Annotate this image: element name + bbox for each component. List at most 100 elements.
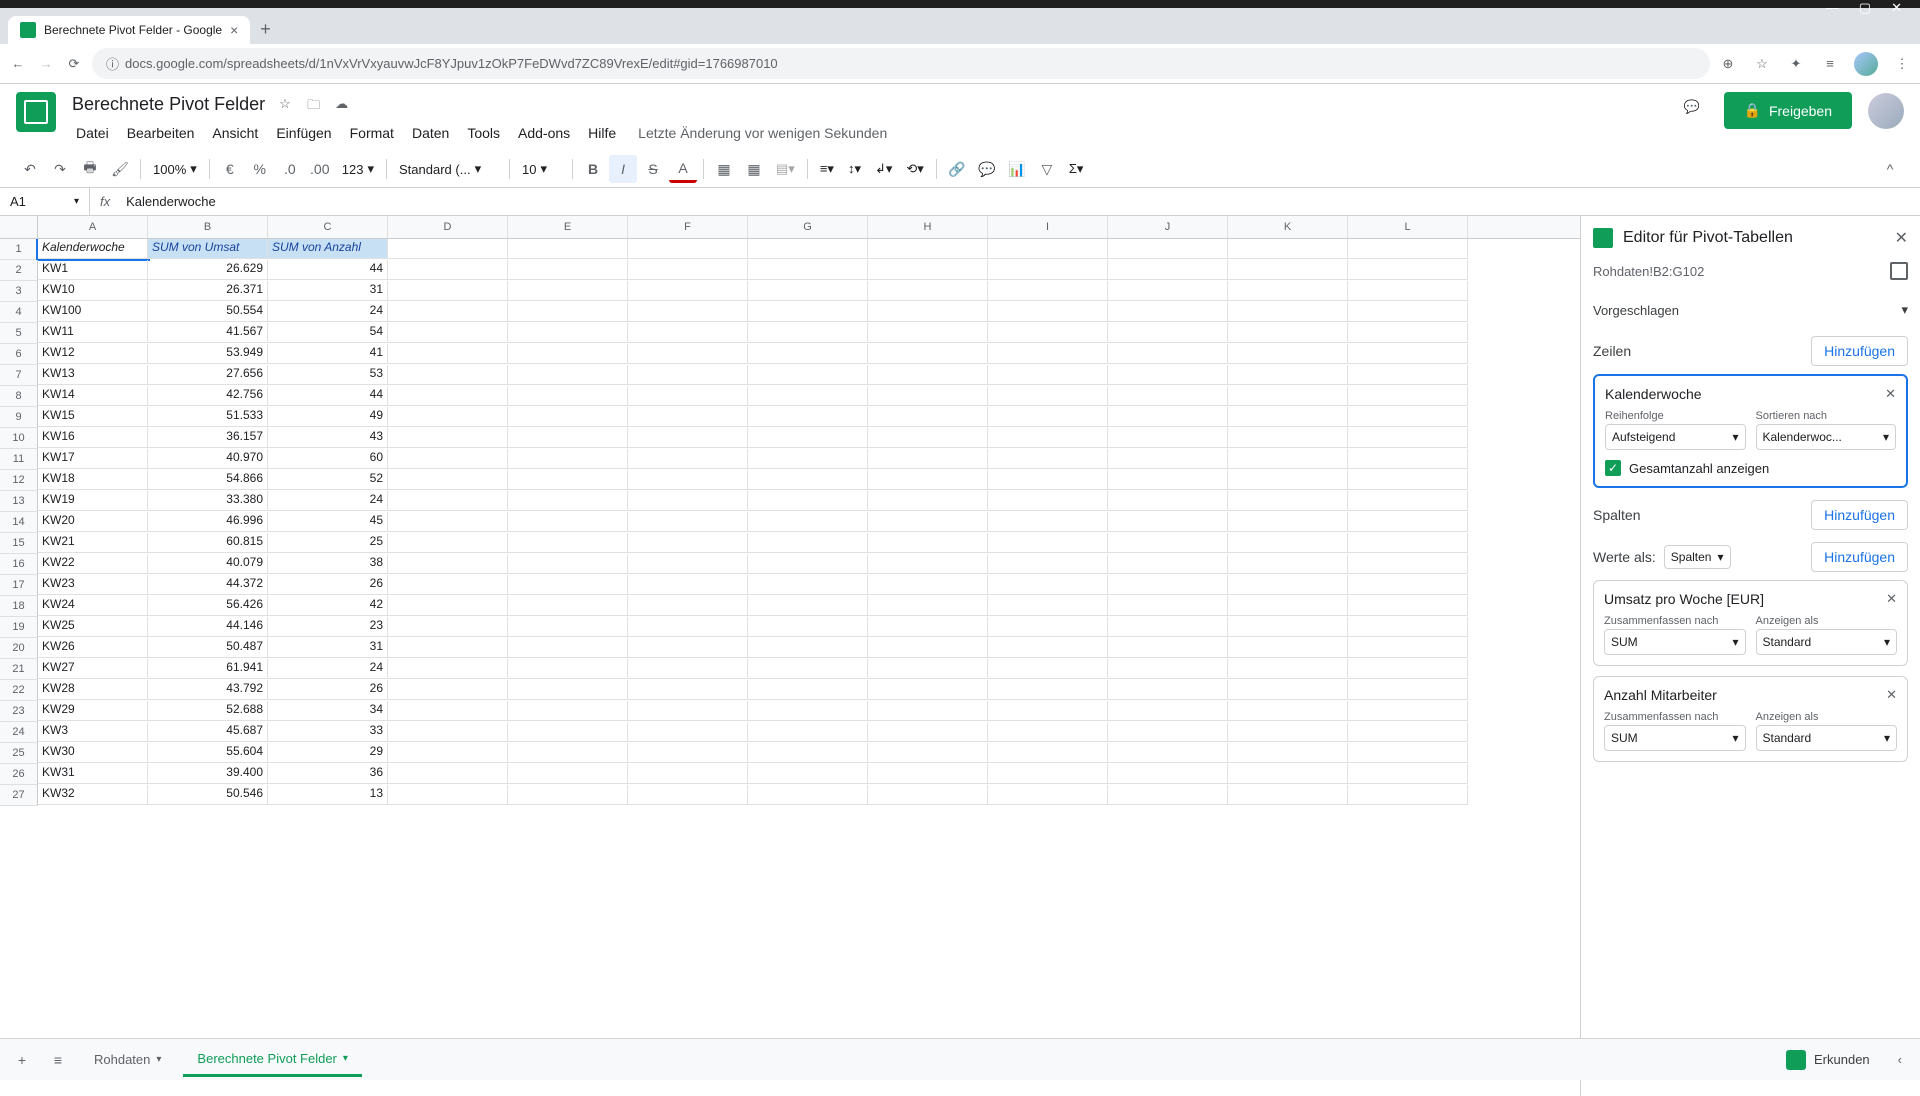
cell[interactable]: [1348, 533, 1468, 553]
cell[interactable]: [1108, 449, 1228, 469]
font-select[interactable]: Standard (... ▾: [393, 157, 503, 181]
cell[interactable]: [868, 260, 988, 280]
bold-icon[interactable]: B: [579, 155, 607, 183]
italic-icon[interactable]: I: [609, 155, 637, 183]
cell[interactable]: [1108, 407, 1228, 427]
cell[interactable]: [1108, 302, 1228, 322]
cell[interactable]: [748, 323, 868, 343]
cell[interactable]: [988, 617, 1108, 637]
menu-insert[interactable]: Einfügen: [268, 121, 339, 145]
cell[interactable]: [868, 428, 988, 448]
showas2-select[interactable]: Standard▾: [1756, 725, 1898, 751]
cell[interactable]: [1348, 638, 1468, 658]
cell[interactable]: 40.079: [148, 554, 268, 574]
cell[interactable]: [1228, 554, 1348, 574]
col-header-H[interactable]: H: [868, 216, 988, 238]
col-header-D[interactable]: D: [388, 216, 508, 238]
cell[interactable]: [1348, 575, 1468, 595]
cell[interactable]: [868, 743, 988, 763]
cell[interactable]: [1348, 407, 1468, 427]
cell[interactable]: [388, 323, 508, 343]
cell[interactable]: [508, 743, 628, 763]
cell[interactable]: [988, 575, 1108, 595]
cell[interactable]: 25: [268, 533, 388, 553]
cell[interactable]: [988, 365, 1108, 385]
cell[interactable]: 52: [268, 470, 388, 490]
remove-value1-icon[interactable]: ✕: [1886, 591, 1897, 607]
row-header[interactable]: 18: [0, 596, 38, 617]
share-button[interactable]: 🔒 Freigeben: [1724, 92, 1852, 129]
cell[interactable]: [628, 743, 748, 763]
chart-icon[interactable]: 📊: [1003, 155, 1031, 183]
cell[interactable]: [748, 512, 868, 532]
cell[interactable]: [1228, 344, 1348, 364]
cell[interactable]: 41: [268, 344, 388, 364]
cell[interactable]: 42: [268, 596, 388, 616]
row-header[interactable]: 1: [0, 239, 38, 260]
menu-tools[interactable]: Tools: [459, 121, 508, 145]
cell[interactable]: [1108, 575, 1228, 595]
cell[interactable]: 44.146: [148, 617, 268, 637]
cell[interactable]: [868, 596, 988, 616]
cell[interactable]: [388, 785, 508, 805]
cell[interactable]: [628, 491, 748, 511]
cell[interactable]: [388, 743, 508, 763]
cell[interactable]: KW14: [38, 386, 148, 406]
cell[interactable]: [748, 785, 868, 805]
cell[interactable]: [748, 617, 868, 637]
cell[interactable]: KW24: [38, 596, 148, 616]
cell[interactable]: [508, 638, 628, 658]
cell[interactable]: [628, 554, 748, 574]
account-avatar[interactable]: [1868, 93, 1904, 129]
cell[interactable]: [1108, 617, 1228, 637]
cell[interactable]: KW17: [38, 449, 148, 469]
cell[interactable]: [1228, 785, 1348, 805]
cell[interactable]: [388, 407, 508, 427]
cell[interactable]: [628, 575, 748, 595]
cell[interactable]: [1348, 743, 1468, 763]
cell[interactable]: 26: [268, 680, 388, 700]
cell[interactable]: 24: [268, 659, 388, 679]
cell[interactable]: 50.554: [148, 302, 268, 322]
summarize2-select[interactable]: SUM▾: [1604, 725, 1746, 751]
row-header[interactable]: 21: [0, 659, 38, 680]
cell[interactable]: [748, 428, 868, 448]
cell[interactable]: [388, 302, 508, 322]
row-header[interactable]: 24: [0, 722, 38, 743]
cloud-status-icon[interactable]: ☁: [335, 96, 353, 114]
cell[interactable]: [868, 533, 988, 553]
cell[interactable]: [628, 659, 748, 679]
cell[interactable]: [988, 428, 1108, 448]
cell[interactable]: KW26: [38, 638, 148, 658]
cell[interactable]: [628, 344, 748, 364]
cell[interactable]: [988, 302, 1108, 322]
close-panel-icon[interactable]: ✕: [1895, 228, 1908, 248]
strikethrough-icon[interactable]: S: [639, 155, 667, 183]
col-header-L[interactable]: L: [1348, 216, 1468, 238]
increase-decimal-icon[interactable]: .00: [306, 155, 334, 183]
cell[interactable]: [1348, 365, 1468, 385]
col-header-G[interactable]: G: [748, 216, 868, 238]
cell[interactable]: [988, 701, 1108, 721]
order-select[interactable]: Aufsteigend▾: [1605, 424, 1746, 450]
cell[interactable]: KW3: [38, 722, 148, 742]
cell[interactable]: 36.157: [148, 428, 268, 448]
cell[interactable]: [988, 407, 1108, 427]
cell[interactable]: [748, 596, 868, 616]
cell[interactable]: [508, 470, 628, 490]
cell[interactable]: [868, 491, 988, 511]
cell[interactable]: [508, 344, 628, 364]
cell[interactable]: [1108, 428, 1228, 448]
cell[interactable]: [988, 659, 1108, 679]
menu-file[interactable]: Datei: [68, 121, 117, 145]
cell[interactable]: 44.372: [148, 575, 268, 595]
cell[interactable]: [508, 428, 628, 448]
sortby-select[interactable]: Kalenderwoc...▾: [1756, 424, 1897, 450]
cell[interactable]: [1108, 470, 1228, 490]
cell[interactable]: [508, 785, 628, 805]
cell[interactable]: 50.546: [148, 785, 268, 805]
cell[interactable]: [508, 575, 628, 595]
row-header[interactable]: 10: [0, 428, 38, 449]
cell[interactable]: [1348, 239, 1468, 259]
cell[interactable]: [1348, 323, 1468, 343]
